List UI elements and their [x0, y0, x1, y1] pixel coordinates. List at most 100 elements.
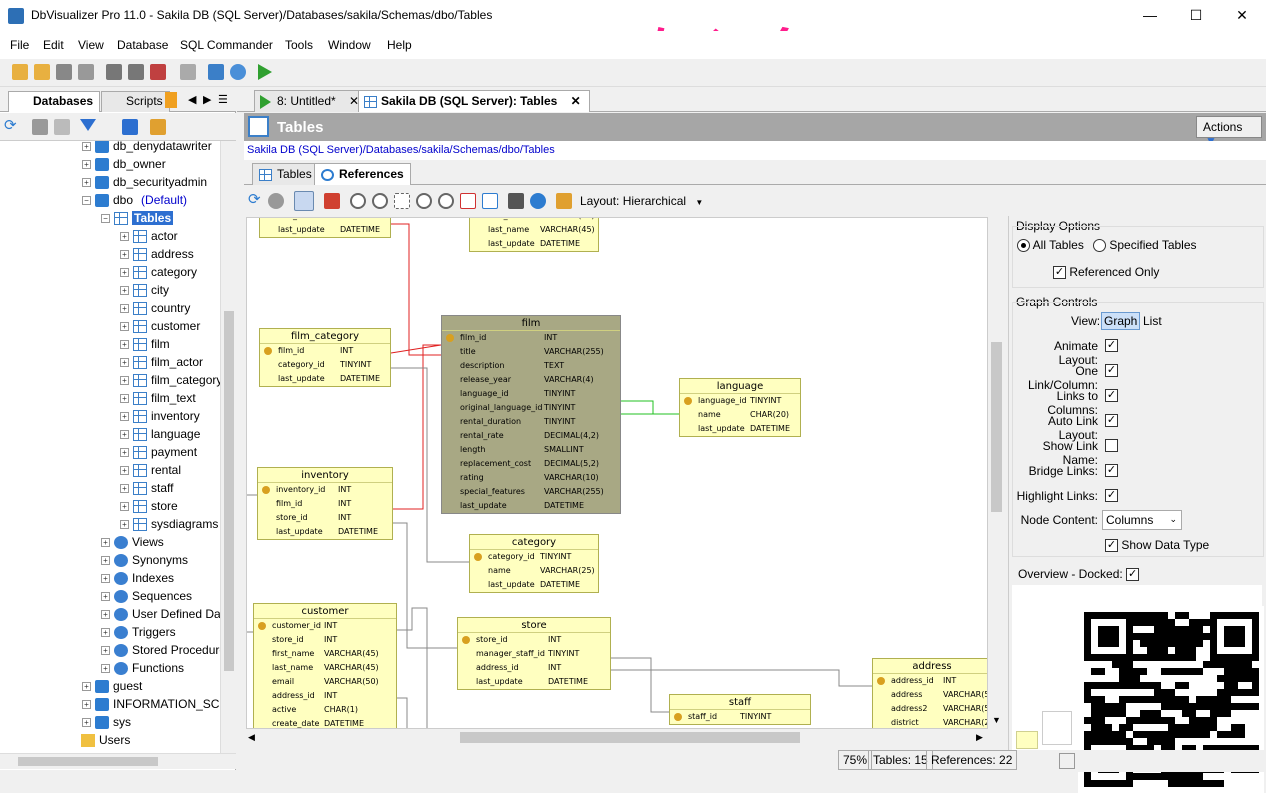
entity-column-row[interactable]: last_name VARCHAR(45): [470, 223, 598, 237]
entity-column-row[interactable]: address_id INT: [873, 674, 987, 688]
tree-hscroll-thumb[interactable]: [18, 757, 158, 766]
entity-column-row[interactable]: original_language_id TINYINT: [442, 401, 620, 415]
connections-icon[interactable]: [150, 119, 166, 135]
disconnect-icon[interactable]: [150, 64, 166, 80]
entity-column-row[interactable]: film_id INT: [258, 497, 392, 511]
tree-node[interactable]: + Views: [101, 533, 164, 551]
entity-column-row[interactable]: customer_id INT: [254, 619, 396, 633]
entity-column-row[interactable]: name CHAR(20): [680, 408, 800, 422]
new-folder-icon[interactable]: [12, 64, 28, 80]
actions-button[interactable]: Actions ▼: [1196, 116, 1262, 148]
entity-category[interactable]: category category_id TINYINT name VARCHAR(25…: [469, 534, 599, 593]
collapse-icon[interactable]: [122, 119, 138, 135]
save-icon[interactable]: [56, 64, 72, 80]
path-text[interactable]: Sakila DB (SQL Server)/Databases/sakila/…: [247, 144, 555, 156]
tree-scroll-thumb[interactable]: [224, 311, 234, 671]
refresh-icon[interactable]: ⟳: [4, 118, 20, 135]
entity-column-row[interactable]: last_update DATETIME: [470, 237, 598, 251]
entity-column-row[interactable]: address_id INT: [458, 661, 610, 675]
entity-column-row[interactable]: last_update DATETIME: [680, 422, 800, 436]
expand-icon[interactable]: +: [82, 700, 91, 710]
tree-node[interactable]: + INFORMATION_SCHE: [82, 695, 220, 713]
entity-column-row[interactable]: last_update DATETIME: [458, 675, 610, 689]
tree-node[interactable]: + User Defined Dat: [101, 605, 220, 623]
entity-column-row[interactable]: description TEXT: [442, 359, 620, 373]
expand-icon[interactable]: +: [101, 538, 110, 548]
tree-vertical-scrollbar[interactable]: [220, 141, 236, 753]
expand-icon[interactable]: +: [82, 178, 91, 188]
fit-icon[interactable]: [460, 193, 476, 209]
tree-node[interactable]: + inventory: [120, 407, 200, 425]
entity-staff[interactable]: staff staff_id TINYINT: [669, 694, 811, 725]
filter-icon[interactable]: [80, 119, 96, 131]
all-tables-radio[interactable]: All Tables: [1017, 238, 1084, 253]
scroll-down-icon[interactable]: ▼: [992, 715, 1001, 725]
tree-node[interactable]: + db_denydatawriter: [82, 141, 212, 155]
entity-column-row[interactable]: rental_duration TINYINT: [442, 415, 620, 429]
expand-icon[interactable]: +: [120, 250, 129, 260]
close-tab-icon[interactable]: ✕: [571, 94, 581, 108]
overview-docked-checkbox[interactable]: ✓: [1126, 568, 1140, 582]
entity-store[interactable]: store store_id INT manager_staff_id TINYINT a…: [457, 617, 611, 690]
tree-node[interactable]: + film: [120, 335, 170, 353]
entity-column-row[interactable]: address_id INT: [254, 689, 396, 703]
entity-column-row[interactable]: last_update DATETIME: [258, 525, 392, 539]
fit-content-icon[interactable]: [482, 193, 498, 209]
entity-column-row[interactable]: district VARCHAR(20): [873, 716, 987, 728]
entity-column-row[interactable]: last_update DATETIME: [442, 499, 620, 513]
expand-icon[interactable]: +: [101, 574, 110, 584]
layout-tool-icon[interactable]: [294, 191, 314, 211]
tree-node[interactable]: + db_owner: [82, 155, 166, 173]
menu-tools[interactable]: Tools: [285, 38, 313, 52]
refresh-icon[interactable]: ⟳: [248, 192, 264, 209]
tree-node[interactable]: Users: [68, 731, 130, 749]
tree-node[interactable]: + store: [120, 497, 178, 515]
links-to-columns-checkbox[interactable]: ✓: [1105, 389, 1118, 402]
expand-icon[interactable]: +: [82, 160, 91, 170]
tree-node[interactable]: + guest: [82, 677, 142, 695]
binoculars-icon[interactable]: [508, 193, 524, 209]
select-area-icon[interactable]: [394, 193, 410, 209]
expand-icon[interactable]: +: [120, 520, 129, 530]
expand-icon[interactable]: +: [101, 646, 110, 656]
tab-tables[interactable]: Tables: [252, 163, 319, 185]
tree-node[interactable]: + actor: [120, 227, 178, 245]
tree-node[interactable]: + film_text: [120, 389, 196, 407]
reference-graph-canvas[interactable]: film_id INT last_update DATETIME first_name V…: [246, 217, 988, 729]
expand-icon[interactable]: +: [120, 286, 129, 296]
tree-node[interactable]: + film_category: [120, 371, 220, 389]
menu-sql-commander[interactable]: SQL Commander: [180, 38, 273, 52]
navigate-icon[interactable]: [530, 193, 546, 209]
entity-customer[interactable]: customer customer_id INT store_id INT first_n…: [253, 603, 397, 728]
auto-link-layout-checkbox[interactable]: ✓: [1105, 414, 1118, 427]
tree-node[interactable]: + Triggers: [101, 623, 176, 641]
radio-specified-tables[interactable]: [1093, 239, 1106, 253]
show-link-name-checkbox[interactable]: [1105, 439, 1118, 452]
entity-column-row[interactable]: manager_staff_id TINYINT: [458, 647, 610, 661]
entity-column-row[interactable]: name VARCHAR(25): [470, 564, 598, 578]
save-all-icon[interactable]: [78, 64, 94, 80]
expand-icon[interactable]: +: [120, 466, 129, 476]
entity-inventory[interactable]: inventory inventory_id INT film_id INT store_…: [257, 467, 393, 540]
entity-column-row[interactable]: email VARCHAR(50): [254, 675, 396, 689]
expand-icon[interactable]: +: [101, 664, 110, 674]
tree-node[interactable]: + db_securityadmin: [82, 173, 207, 191]
tree-node[interactable]: + language: [120, 425, 200, 443]
tree-node[interactable]: + city: [120, 281, 169, 299]
expand-icon[interactable]: +: [120, 304, 129, 314]
entity-column-row[interactable]: first_name VARCHAR(45): [254, 647, 396, 661]
one-link-checkbox[interactable]: ✓: [1105, 364, 1118, 377]
overview-viewport[interactable]: [1042, 711, 1072, 745]
entity-column-row[interactable]: title VARCHAR(255): [442, 345, 620, 359]
tree-node[interactable]: + staff: [120, 479, 173, 497]
run-icon[interactable]: [258, 64, 272, 80]
view-graph-toggle[interactable]: Graph: [1101, 312, 1141, 330]
tree-node[interactable]: + sys: [82, 713, 131, 731]
radio-all-tables[interactable]: [1017, 239, 1030, 253]
entity-column-row[interactable]: release_year VARCHAR(4): [442, 373, 620, 387]
tab-untitled[interactable]: 8: Untitled* ✕: [254, 90, 369, 112]
entity-language[interactable]: language language_id TINYINT name CHAR(20) la…: [679, 378, 801, 437]
entity-column-row[interactable]: address2 VARCHAR(50): [873, 702, 987, 716]
scroll-right-icon[interactable]: ▶: [976, 732, 983, 743]
expand-icon[interactable]: +: [120, 412, 129, 422]
